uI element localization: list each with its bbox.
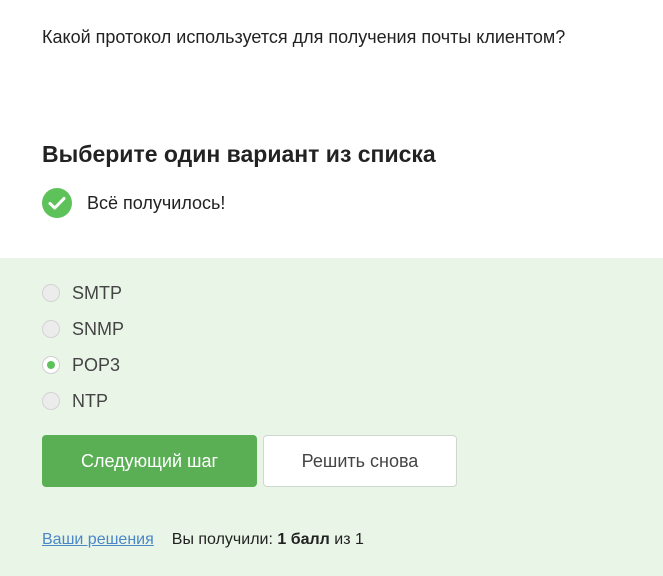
answer-panel: SMTP SNMP POP3 NTP Следующий шаг Решить … <box>0 258 663 576</box>
option-label: SNMP <box>72 319 125 339</box>
option-label: POP3 <box>72 355 121 375</box>
status-text: Всё получилось! <box>87 193 226 213</box>
quiz-step-page: Какой протокол используется для получени… <box>0 0 663 576</box>
radio-dot-icon <box>47 361 55 369</box>
option-label: SMTP <box>72 283 123 303</box>
your-solutions-link[interactable]: Ваши решения <box>42 531 154 549</box>
submission-footer: Ваши решения Вы получили: 1 балл из 1 <box>42 529 364 551</box>
score-value: 1 балл <box>277 531 330 548</box>
option-snmp[interactable]: SNMP <box>42 318 124 340</box>
option-label: NTP <box>72 391 108 411</box>
check-circle-icon <box>42 188 72 218</box>
radio-button[interactable] <box>42 284 60 302</box>
next-step-button[interactable]: Следующий шаг <box>42 435 257 487</box>
option-pop3[interactable]: POP3 <box>42 354 120 376</box>
question-text: Какой протокол используется для получени… <box>42 27 566 47</box>
option-ntp[interactable]: NTP <box>42 390 108 412</box>
solve-again-button[interactable]: Решить снова <box>263 435 457 487</box>
score-prefix: Вы получили: <box>171 531 273 548</box>
radio-button-selected[interactable] <box>42 356 60 374</box>
radio-button[interactable] <box>42 320 60 338</box>
success-status: Всё получилось! <box>42 188 225 218</box>
score-suffix: из 1 <box>334 531 364 548</box>
score-text: Вы получили: 1 балл из 1 <box>172 531 364 549</box>
radio-button[interactable] <box>42 392 60 410</box>
option-smtp[interactable]: SMTP <box>42 282 122 304</box>
instruction-title: Выберите один вариант из списка <box>42 141 436 167</box>
